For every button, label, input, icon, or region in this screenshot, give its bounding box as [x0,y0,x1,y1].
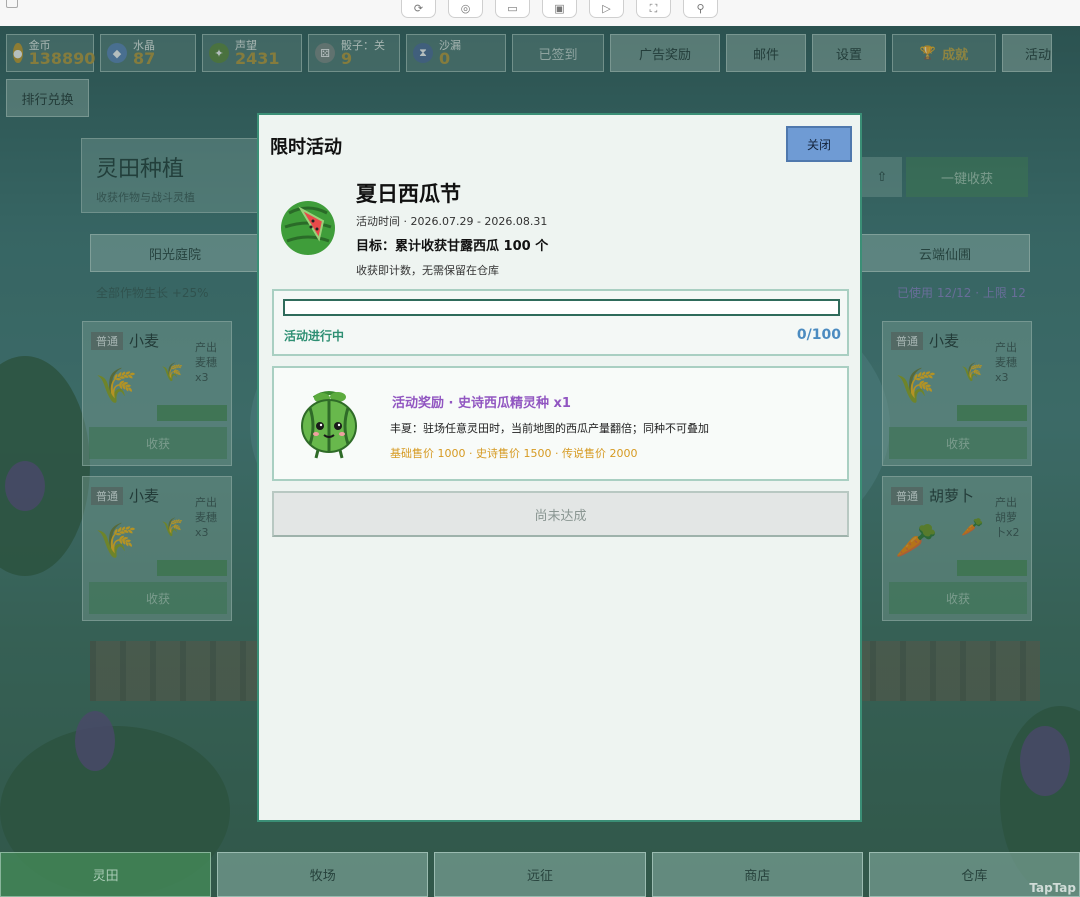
nav-tab-shop[interactable]: 商店 [651,852,863,897]
record-icon[interactable]: ▷ [589,0,624,18]
watermelon-icon [281,201,335,255]
nav-tab-field[interactable]: 灵田 [0,852,212,897]
event-goal: 目标：累计收获甘露西瓜 100 个 [356,239,549,254]
nav-tab-expedition[interactable]: 远征 [434,852,646,897]
browser-toolbar: ⟳ ◎ ▭ ▣ ▷ ⛶ ⚲ [0,0,1080,26]
reward-price: 基础售价 1000 · 史诗售价 1500 · 传说售价 2000 [390,447,638,460]
screenshot-icon[interactable]: ▣ [542,0,577,18]
modal-title: 限时活动 [270,137,342,158]
taptap-watermark: TapTap [1029,881,1076,895]
progress-count: 0/100 [796,327,841,343]
reward-title: 活动奖励 · 史诗西瓜精灵种 x1 [392,396,571,411]
bottom-nav: 灵田 牧场 远征 商店 仓库 [0,852,1080,897]
event-note: 收获即计数，无需保留在仓库 [356,264,499,277]
toolbar-buttons: ⟳ ◎ ▭ ▣ ▷ ⛶ ⚲ [401,0,718,18]
event-name: 夏日西瓜节 [356,182,461,206]
nav-tab-ranch[interactable]: 牧场 [217,852,429,897]
progress-bar [283,299,840,316]
reward-description: 丰夏：驻场任意灵田时，当前地图的西瓜产量翻倍；同种不可叠加 [390,422,709,435]
eye-off-icon[interactable]: ◎ [448,0,483,18]
fullscreen-icon[interactable]: ⛶ [636,0,671,18]
claim-button-disabled[interactable]: 尚未达成 [272,491,849,537]
watermelon-spirit-icon [301,391,357,459]
reward-panel: 活动奖励 · 史诗西瓜精灵种 x1 丰夏：驻场任意灵田时，当前地图的西瓜产量翻倍… [272,366,849,481]
progress-status: 活动进行中 [284,329,345,343]
refresh-icon[interactable]: ⟳ [401,0,436,18]
share-icon[interactable]: ⚲ [683,0,718,18]
device-icon[interactable]: ▭ [495,0,530,18]
page-icon [6,0,18,8]
close-button[interactable]: 关闭 [786,126,852,162]
progress-panel: 活动进行中 0/100 [272,289,849,356]
limited-event-modal: 限时活动 关闭 夏日西瓜节 活动时间 · 2026.07.29 - 2026.0… [257,113,862,822]
event-time: 活动时间 · 2026.07.29 - 2026.08.31 [356,215,548,228]
